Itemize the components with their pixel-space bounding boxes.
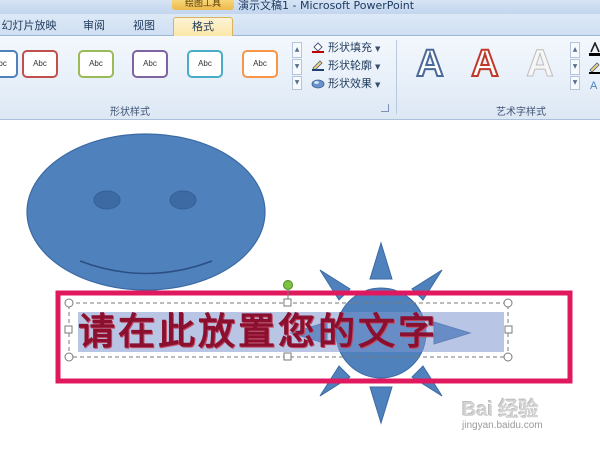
text-outline-icon[interactable] — [588, 60, 600, 74]
resize-handle — [504, 325, 513, 334]
ribbon-group-divider — [396, 40, 397, 114]
wordart-gallery-scroll-up-icon[interactable]: ▲ — [570, 42, 580, 58]
resize-handle — [64, 325, 73, 334]
wordart-styles-group-label: 艺术字样式 — [496, 107, 546, 118]
shape-effects-button[interactable]: 形状效果 ▼ — [311, 76, 380, 92]
resize-handle — [283, 298, 292, 307]
shape-effects-label: 形状效果 — [328, 77, 372, 90]
watermark-url: jingyan.baidu.com — [462, 420, 543, 431]
shape-gallery-more-icon[interactable]: ▼ — [292, 76, 302, 90]
shape-styles-group-label: 形状样式 — [110, 107, 150, 118]
chevron-down-icon: ▼ — [375, 63, 381, 71]
dialog-launcher-icon[interactable] — [381, 104, 389, 112]
shape-outline-label: 形状轮廓 — [328, 59, 372, 72]
shape-style-swatch[interactable]: Abc — [0, 50, 18, 78]
shape-effects-icon — [311, 79, 325, 89]
pencil-icon — [312, 60, 324, 71]
wordart-style-red[interactable]: A — [465, 42, 505, 86]
wordart-gallery-more-icon[interactable]: ▼ — [570, 76, 580, 90]
shape-fill-button[interactable]: 形状填充 ▼ — [311, 40, 380, 56]
window-title: 演示文稿1 - Microsoft PowerPoint — [238, 0, 415, 12]
title-bar: 绘图工具 演示文稿1 - Microsoft PowerPoint — [0, 0, 600, 14]
wordart-gallery-scroll-down-icon[interactable]: ▼ — [570, 59, 580, 75]
chevron-down-icon: ▼ — [375, 45, 381, 53]
drawing-tools-context-label: 绘图工具 — [172, 0, 234, 10]
svg-text:A: A — [590, 80, 598, 92]
smiley-face-shape[interactable] — [26, 133, 266, 291]
watermark: Bai 经验 jingyan.baidu.com — [462, 393, 598, 445]
text-effects-icon[interactable]: A — [588, 78, 600, 92]
resize-handle — [283, 352, 292, 361]
ribbon-tab-bar: 幻灯片放映 审阅 视图 格式 — [0, 14, 600, 36]
shape-outline-button[interactable]: 形状轮廓 ▼ — [311, 58, 380, 74]
chevron-down-icon: ▼ — [375, 81, 381, 89]
shape-style-swatch[interactable]: Abc — [132, 50, 168, 78]
shape-gallery-scroll-down-icon[interactable]: ▼ — [292, 59, 302, 75]
wordart-style-gray[interactable]: A — [520, 42, 560, 86]
paint-bucket-icon — [312, 42, 324, 53]
rotate-handle — [283, 280, 293, 290]
shape-style-swatch[interactable]: Abc — [22, 50, 58, 78]
resize-handle — [64, 298, 74, 308]
shape-style-swatch[interactable]: Abc — [78, 50, 114, 78]
tab-slideshow[interactable]: 幻灯片放映 — [0, 17, 60, 36]
text-box-content[interactable]: 请在此放置您的文字 — [78, 312, 504, 352]
wordart-style-blue[interactable]: A — [410, 42, 450, 86]
tab-review[interactable]: 审阅 — [80, 17, 108, 36]
text-fill-icon[interactable] — [588, 42, 600, 56]
resize-handle — [503, 298, 513, 308]
ribbon: Abc Abc Abc Abc Abc Abc ▲ ▼ ▼ 形状填充▼ 形状轮廓… — [0, 36, 600, 120]
tab-format[interactable]: 格式 — [173, 17, 233, 36]
shape-fill-label: 形状填充 — [328, 41, 372, 54]
tab-view[interactable]: 视图 — [130, 17, 158, 36]
shape-style-swatch[interactable]: Abc — [242, 50, 278, 78]
watermark-brand: Bai 经验 — [462, 399, 539, 421]
resize-handle — [64, 352, 74, 362]
resize-handle — [503, 352, 513, 362]
shape-style-swatch[interactable]: Abc — [187, 50, 223, 78]
shape-gallery-scroll-up-icon[interactable]: ▲ — [292, 42, 302, 58]
